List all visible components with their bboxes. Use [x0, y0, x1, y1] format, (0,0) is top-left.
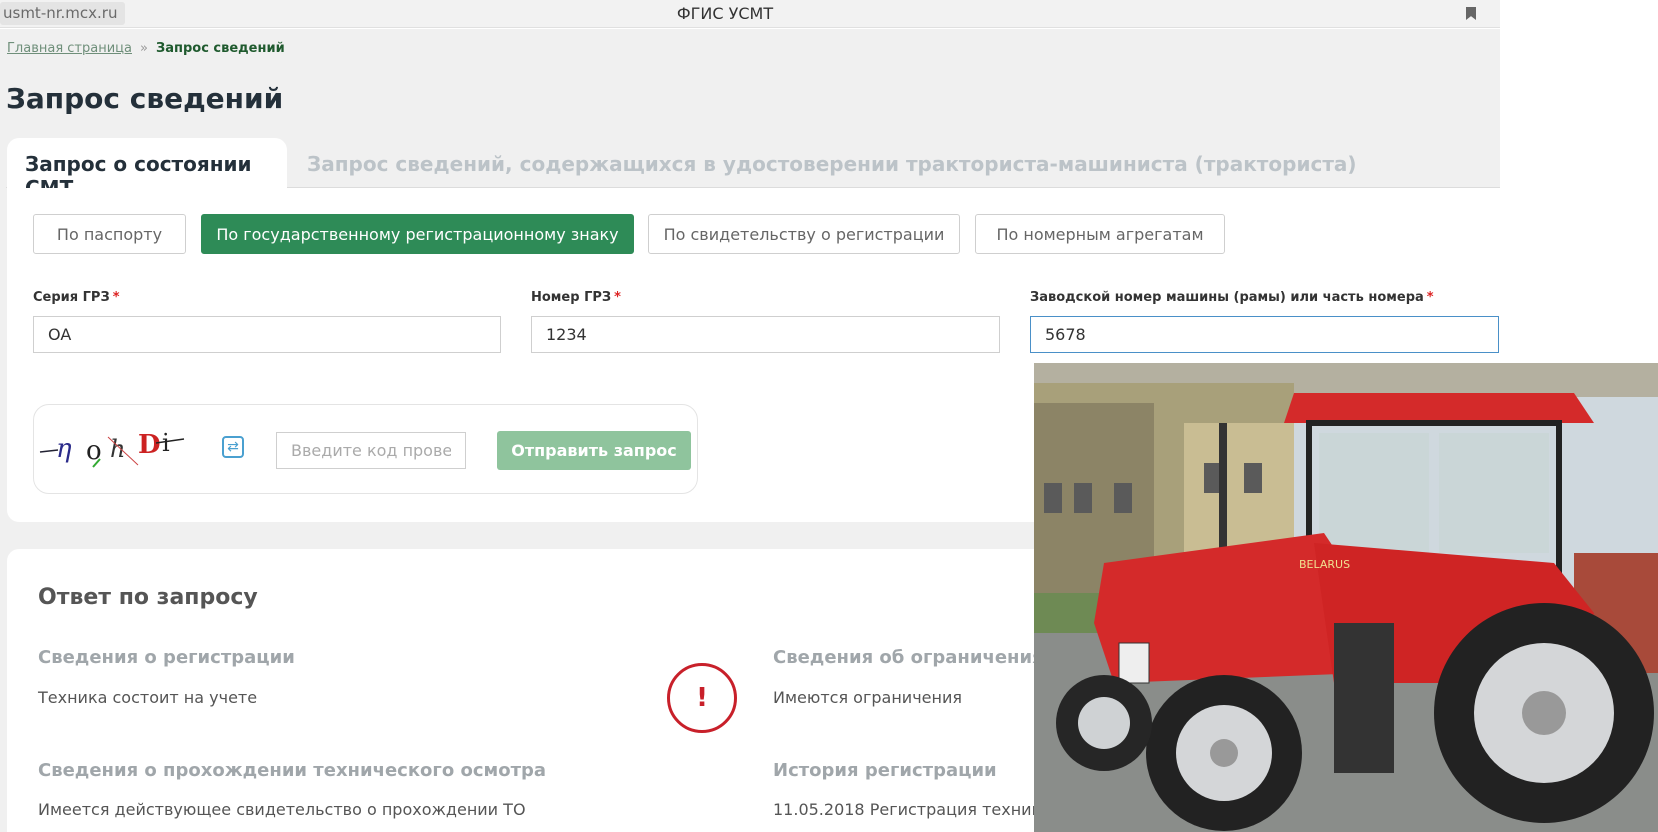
mode-passport-button[interactable]: По паспорту — [33, 214, 186, 254]
svg-text:η: η — [56, 434, 72, 464]
tractor-image: BELARUS — [1034, 363, 1658, 832]
series-input[interactable] — [33, 316, 501, 353]
history-heading: История регистрации — [773, 760, 997, 781]
registration-text: Техника состоит на учете — [38, 688, 258, 707]
breadcrumb: Главная страница » Запрос сведений — [7, 41, 285, 56]
mode-units-button[interactable]: По номерным агрегатам — [975, 214, 1225, 254]
restrictions-text: Имеются ограничения — [773, 688, 962, 707]
brand-badge: BELARUS — [1299, 558, 1350, 571]
svg-text:i: i — [162, 429, 170, 457]
restrictions-heading: Сведения об ограничениях — [773, 647, 1056, 668]
answer-title: Ответ по запросу — [38, 585, 258, 610]
mode-plate-button[interactable]: По государственному регистрационному зна… — [201, 214, 634, 254]
bookmark-icon[interactable] — [1466, 7, 1476, 20]
refresh-icon[interactable]: ⇄ — [222, 436, 244, 458]
warning-icon: ! — [667, 663, 737, 733]
breadcrumb-home-link[interactable]: Главная страница — [7, 41, 132, 56]
number-label: Номер ГРЗ * — [531, 290, 621, 305]
inspection-text: Имеется действующее свидетельство о прох… — [38, 800, 526, 819]
app-title: ФГИС УСМТ — [676, 4, 774, 23]
required-mark: * — [112, 290, 120, 305]
history-text: 11.05.2018 Регистрация техники — [773, 800, 1052, 819]
tab-smt-status[interactable]: Запрос о состоянии СМТ — [7, 138, 287, 200]
captcha-image: η o h D i — [39, 429, 185, 468]
required-mark: * — [614, 290, 621, 305]
tractor-photo: BELARUS — [1034, 363, 1658, 832]
breadcrumb-separator: » — [140, 41, 148, 56]
svg-text:D: D — [138, 430, 161, 460]
breadcrumb-current: Запрос сведений — [155, 41, 285, 56]
page-title: Запрос сведений — [6, 82, 284, 115]
frame-number-input[interactable] — [1030, 316, 1499, 353]
registration-heading: Сведения о регистрации — [38, 647, 295, 668]
mode-certificate-button[interactable]: По свидетельству о регистрации — [648, 214, 960, 254]
browser-bar: usmt-nr.mcx.ru ФГИС УСМТ — [0, 0, 1500, 28]
series-label: Серия ГРЗ * — [33, 290, 120, 305]
svg-text:h: h — [110, 435, 125, 463]
svg-text:o: o — [86, 436, 102, 466]
inspection-heading: Сведения о прохождении технического осмо… — [38, 760, 547, 781]
required-mark: * — [1426, 290, 1434, 305]
submit-request-button[interactable]: Отправить запрос — [497, 431, 691, 470]
captcha-code-input[interactable] — [276, 432, 466, 469]
number-input[interactable] — [531, 316, 1000, 353]
tab-driver-license[interactable]: Запрос сведений, содержащихся в удостове… — [307, 152, 1357, 176]
frame-label: Заводской номер машины (рамы) или часть … — [1030, 290, 1434, 305]
